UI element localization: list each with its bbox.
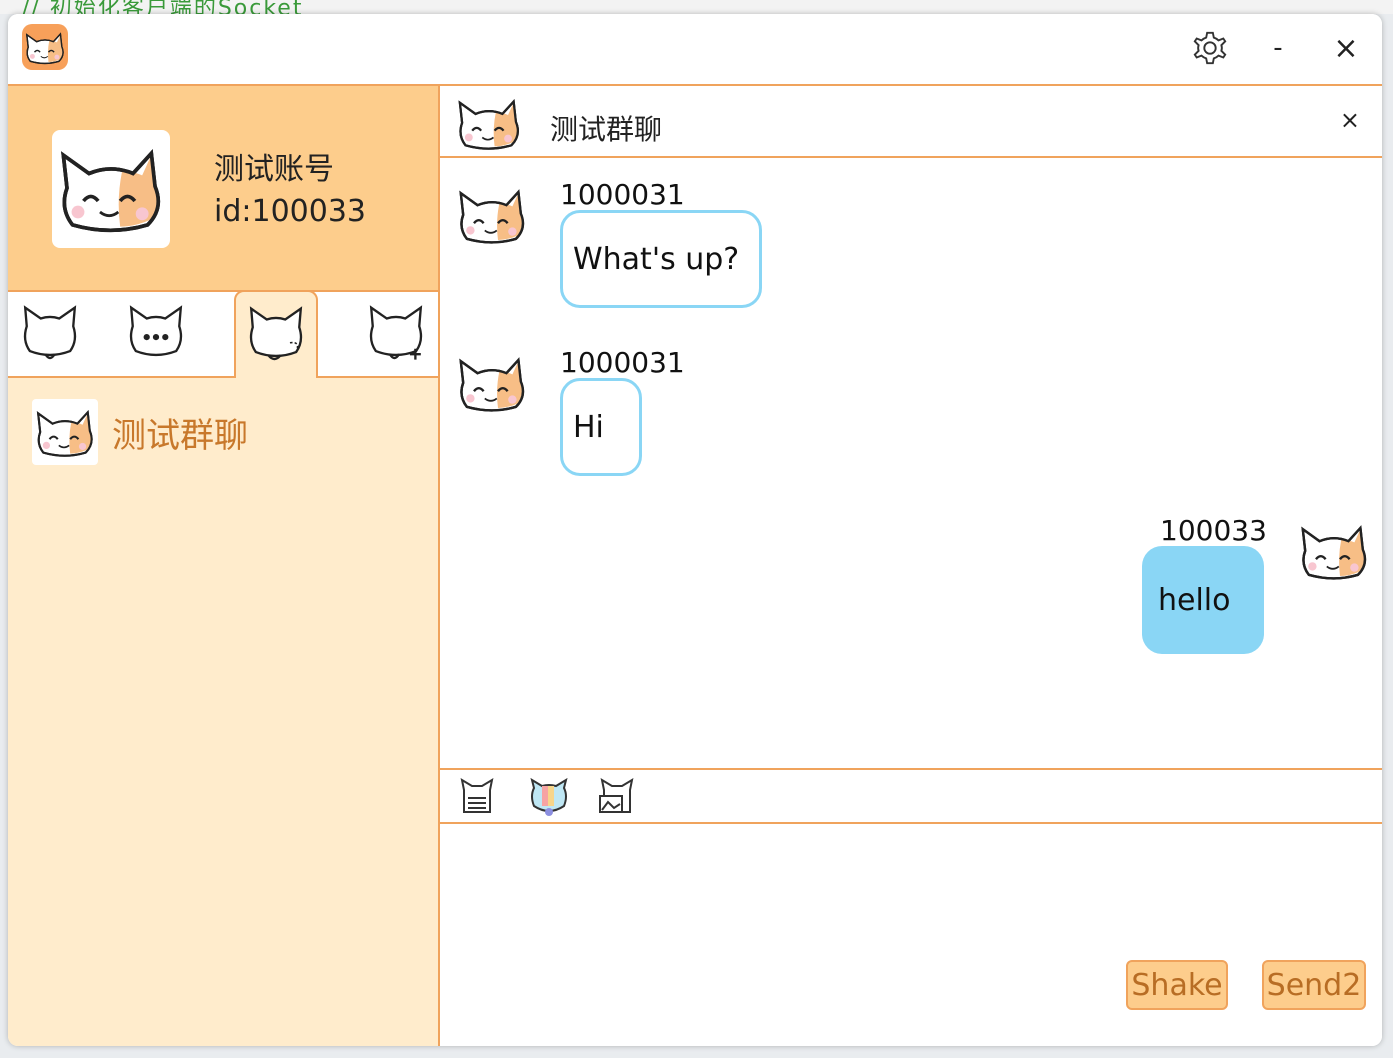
user-avatar[interactable]	[52, 130, 170, 248]
profile-id: id:100033	[214, 194, 367, 229]
chat-panel: 测试群聊 × 1000031 What's up? 1000031 Hi 100…	[440, 86, 1382, 1046]
sidebar-tabs	[8, 290, 438, 378]
send-button[interactable]: Send2	[1262, 960, 1366, 1010]
file-icon	[460, 777, 494, 813]
sender-avatar	[459, 358, 525, 412]
close-chat-button[interactable]: ×	[1340, 106, 1360, 134]
send-file-button[interactable]	[458, 776, 500, 818]
gear-icon	[1193, 31, 1227, 65]
tab-messages[interactable]	[114, 292, 198, 376]
cat-chat-icon	[129, 306, 183, 357]
group-list-item[interactable]: 测试群聊	[32, 398, 422, 466]
chat-app-window: - × 测试账号 id:100033 测试群聊 测试群聊 × 1000031 W…	[8, 14, 1382, 1046]
settings-button[interactable]	[1190, 28, 1230, 68]
cat-add-icon	[369, 306, 423, 360]
background-code-text: // 初始化客户端的Socket	[22, 0, 304, 14]
profile-name: 测试账号	[214, 152, 334, 187]
app-logo-icon	[22, 24, 68, 70]
emoji-button[interactable]	[528, 776, 570, 818]
message-bubble: hello	[1142, 546, 1264, 654]
background-editor-strip: // 初始化客户端的Socket	[0, 0, 1393, 14]
shake-button[interactable]: Shake	[1126, 960, 1228, 1010]
title-bar: - ×	[8, 14, 1382, 86]
group-avatar	[32, 399, 98, 465]
message-sender: 1000031	[560, 346, 685, 379]
cat-icon	[23, 306, 77, 360]
chat-title: 测试群聊	[550, 113, 663, 146]
group-header-avatar	[458, 100, 520, 150]
emoji-icon	[530, 777, 568, 816]
tab-friends[interactable]	[8, 292, 92, 376]
sender-avatar	[459, 190, 525, 244]
send-image-button[interactable]	[596, 776, 638, 818]
group-name: 测试群聊	[112, 415, 248, 456]
message-input[interactable]: Shake Send2	[440, 824, 1382, 1046]
cat-group-icon	[249, 307, 303, 361]
message-list[interactable]: 1000031 What's up? 1000031 Hi 100033 hel…	[440, 158, 1382, 768]
profile-panel: 测试账号 id:100033	[8, 86, 438, 292]
image-icon	[599, 777, 634, 813]
message-bubble: Hi	[560, 378, 642, 476]
own-avatar	[1301, 526, 1367, 580]
tab-groups[interactable]	[234, 290, 318, 378]
message-sender: 100033	[1160, 514, 1267, 547]
message-bubble: What's up?	[560, 210, 762, 308]
minimize-button[interactable]: -	[1258, 28, 1298, 68]
chat-header: 测试群聊 ×	[440, 86, 1382, 158]
sidebar: 测试账号 id:100033 测试群聊	[8, 86, 440, 1046]
message-sender: 1000031	[560, 178, 685, 211]
tab-add-friend[interactable]	[354, 292, 438, 376]
close-window-button[interactable]: ×	[1326, 28, 1366, 68]
input-toolbar	[440, 768, 1382, 824]
